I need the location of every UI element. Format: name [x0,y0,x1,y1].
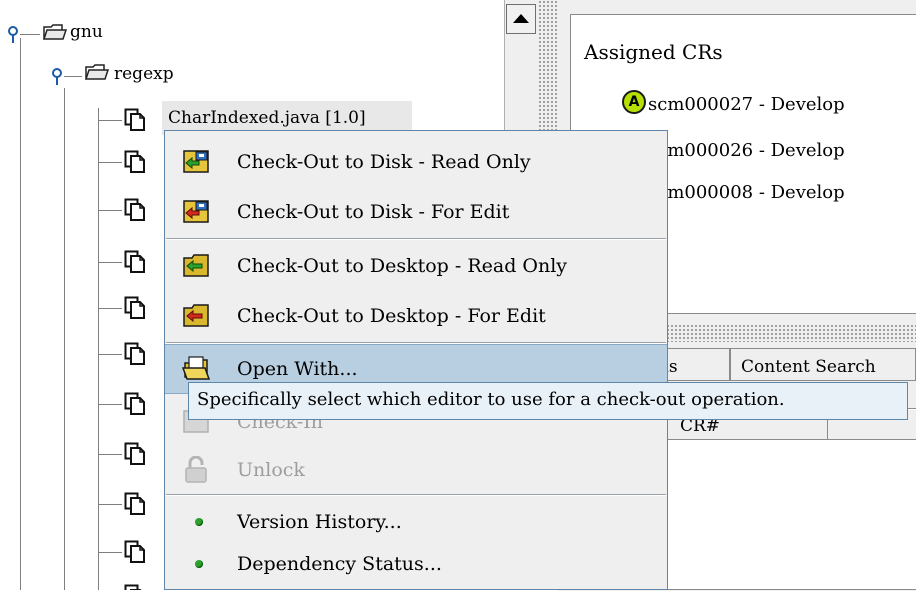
checkout-desktop-readonly-icon [183,254,209,277]
java-file-icon [124,250,145,273]
menu-item-label: Check-Out to Desktop - Read Only [237,255,568,277]
java-file-icon [124,296,145,319]
java-file-icon [124,442,145,465]
java-file-icon [124,540,145,563]
menu-item-label: Unlock [237,459,305,481]
checkout-desktop-edit-icon [183,304,209,327]
menu-item-label: Check-Out to Disk - Read Only [237,151,531,173]
menu-item-label: Dependency Status... [237,553,442,575]
menu-item-checkout-disk-edit[interactable]: Check-Out to Disk - For Edit [165,188,667,238]
open-with-icon [181,356,211,380]
tree-collapse-toggle[interactable] [6,26,20,44]
menu-item-checkout-desktop-edit[interactable]: Check-Out to Desktop - For Edit [165,292,667,342]
java-file-icon [124,198,145,221]
folder-icon [42,24,68,40]
menu-item-dependency-status[interactable]: Dependency Status... [165,540,667,590]
checkout-disk-readonly-icon [183,150,209,173]
menu-item-label: Check-Out to Desktop - For Edit [237,305,546,327]
java-file-icon [124,150,145,173]
menu-separator [166,238,666,240]
tree-node-selected-file[interactable]: CharIndexed.java [1.0] [168,108,366,128]
java-file-icon [124,108,145,131]
menu-item-unlock[interactable]: Unlock [165,446,667,496]
cr-list-item[interactable]: scm000026 - Develop [648,140,845,161]
cr-list-item[interactable]: scm000008 - Develop [648,182,845,203]
java-file-icon [124,392,145,415]
menu-item-label: Check-Out to Disk - For Edit [237,201,510,223]
menu-item-checkout-disk-readonly[interactable]: Check-Out to Disk - Read Only [165,138,667,188]
scroll-up-button[interactable] [506,4,536,34]
tree-collapse-toggle[interactable] [50,68,64,86]
menu-item-label: Version History... [237,511,402,533]
tree-node-gnu[interactable]: gnu [70,22,103,42]
tree-node-regexp[interactable]: regexp [114,64,174,84]
assigned-crs-title: Assigned CRs [584,40,723,64]
java-file-icon [124,584,142,590]
checkout-disk-edit-icon [183,200,209,223]
unlock-icon [185,456,207,483]
menu-item-checkout-desktop-readonly[interactable]: Check-Out to Desktop - Read Only [165,242,667,292]
java-file-icon [124,492,145,515]
cr-list-item[interactable]: scm000027 - Develop [648,94,845,115]
java-file-icon [124,342,145,365]
bullet-icon [195,518,203,526]
arrow-up-icon [513,14,529,23]
bullet-icon [195,560,203,568]
menu-item-label: Open With... [237,358,358,380]
tab-content-search-label: Content Search [741,357,876,377]
menu-separator [166,494,666,496]
tooltip: Specifically select which editor to use … [188,382,908,420]
tab-content-search[interactable]: Content Search [730,348,916,380]
cr-status-badge: A [622,90,646,114]
folder-icon [84,64,110,80]
